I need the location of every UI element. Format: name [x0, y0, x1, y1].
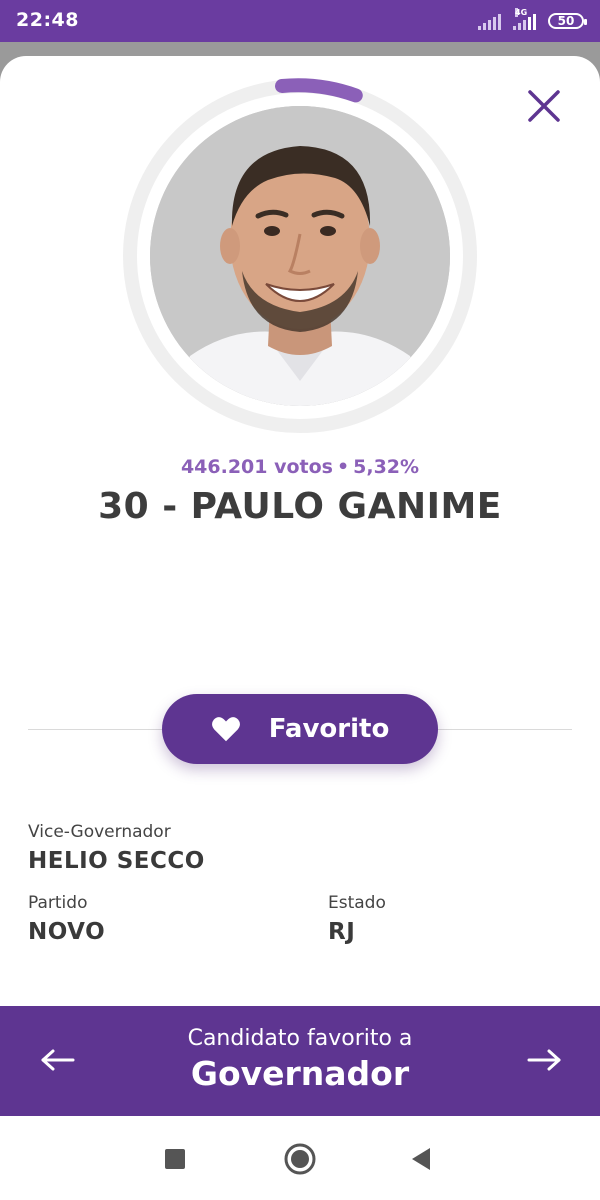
home-button[interactable]	[283, 1142, 317, 1176]
status-bar: 22:48 4G 50	[0, 0, 600, 42]
vote-count: 446.201 votos	[180, 456, 333, 478]
banner-title: Governador	[190, 1054, 410, 1093]
vote-separator: •	[336, 456, 350, 478]
state-value: RJ	[328, 919, 356, 945]
circle-icon	[284, 1143, 316, 1175]
signal-4g-icon: 4G	[513, 8, 536, 30]
vote-summary: 446.201 votos • 5,32%	[0, 456, 600, 478]
back-button[interactable]	[404, 1142, 438, 1176]
square-icon	[165, 1149, 185, 1169]
candidate-sheet: 446.201 votos • 5,32% 30 - PAULO GANIME Fa…	[0, 56, 600, 1118]
system-navigation-bar	[0, 1116, 600, 1200]
next-button[interactable]	[520, 1040, 568, 1080]
status-time: 22:48	[16, 9, 79, 31]
close-icon	[528, 90, 560, 122]
candidate-title: 30 - PAULO GANIME	[98, 486, 502, 527]
recents-button[interactable]	[158, 1142, 192, 1176]
battery-icon: 50	[548, 13, 587, 29]
favorite-label: Favorito	[268, 714, 390, 744]
candidate-photo	[150, 106, 450, 406]
favorite-category-banner: Candidato favorito a Governador	[0, 1006, 600, 1116]
banner-subtitle: Candidato favorito a	[187, 1026, 413, 1051]
close-button[interactable]	[520, 82, 568, 130]
network-type-label: 4G	[515, 8, 528, 17]
favorite-button[interactable]: Favorito	[162, 694, 438, 764]
vice-governor-label: Vice-Governador	[28, 822, 171, 842]
arrow-right-icon	[527, 1049, 561, 1071]
vote-percent: 5,32%	[353, 456, 420, 478]
party-label: Partido	[28, 893, 88, 913]
heart-icon	[211, 717, 240, 742]
status-icons: 4G 50	[478, 8, 587, 32]
state-label: Estado	[328, 893, 386, 913]
triangle-back-icon	[412, 1148, 430, 1170]
signal-icon	[478, 12, 501, 30]
battery-level: 50	[557, 14, 575, 28]
vice-governor-value: HELIO SECCO	[28, 848, 205, 874]
party-value: NOVO	[28, 919, 106, 945]
